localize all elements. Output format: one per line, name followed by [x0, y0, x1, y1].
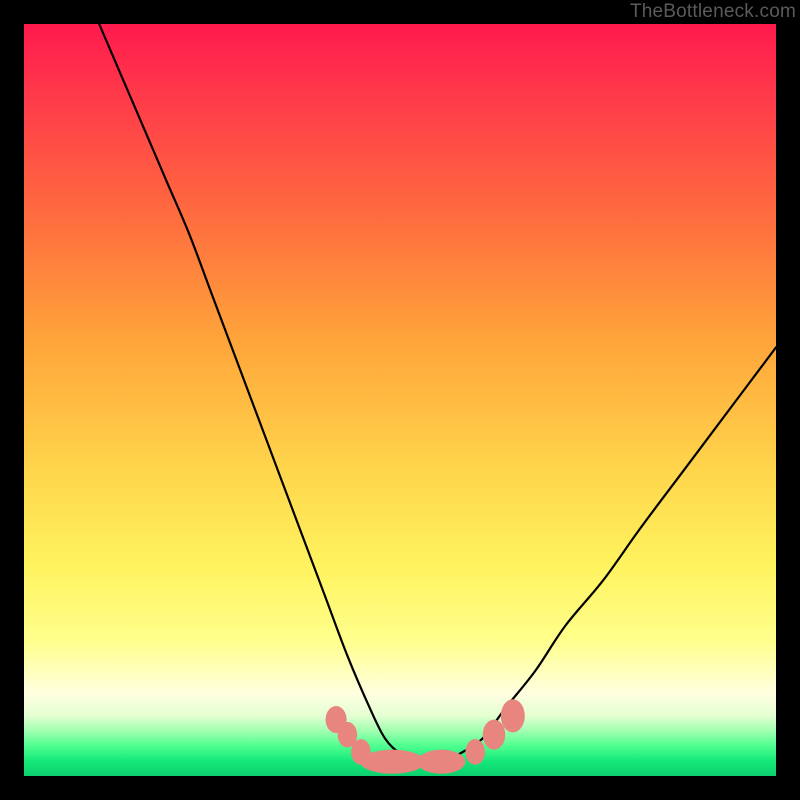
bottleneck-curve-path — [99, 24, 776, 762]
chart-svg — [24, 24, 776, 776]
attribution-label: TheBottleneck.com — [630, 0, 796, 24]
curve-marker — [483, 720, 506, 750]
curve-marker — [417, 750, 465, 774]
curve-marker — [465, 739, 485, 765]
plot-area — [24, 24, 776, 776]
curve-marker — [501, 699, 525, 732]
marker-layer — [326, 699, 525, 773]
chart-frame: TheBottleneck.com — [0, 0, 800, 800]
curve-marker — [360, 750, 425, 774]
